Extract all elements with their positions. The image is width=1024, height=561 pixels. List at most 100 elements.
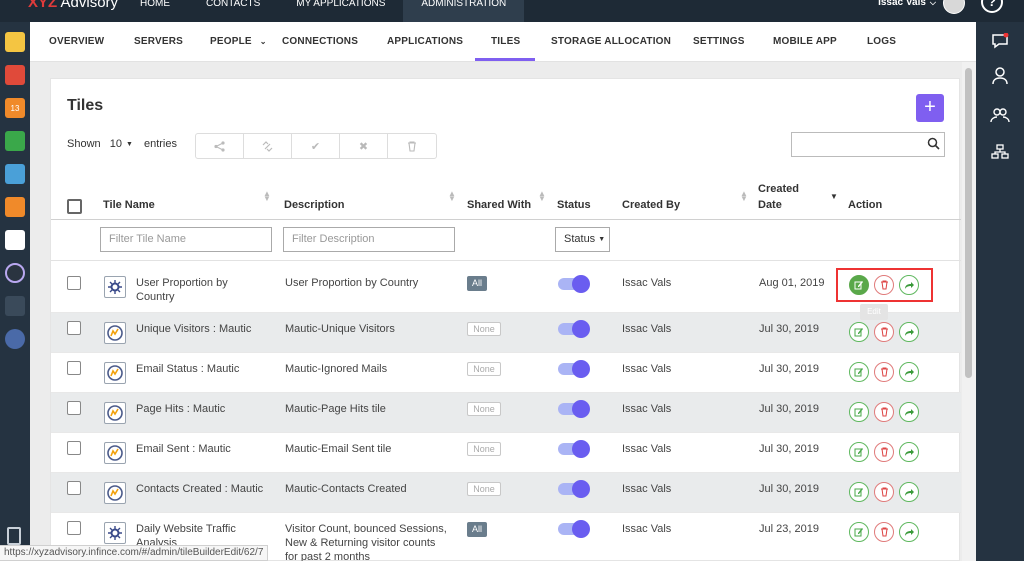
brand-logo[interactable]: XYZ Advisory (28, 0, 118, 11)
edit-icon[interactable] (849, 482, 869, 502)
people-icon[interactable] (976, 102, 1024, 128)
tile-name-line1[interactable]: User Proportion by (136, 276, 228, 290)
tile-name-line2[interactable]: Country (136, 290, 175, 304)
status-toggle[interactable] (558, 360, 590, 378)
calendar-app-icon[interactable]: 13 (5, 98, 25, 118)
col-created-date-line2[interactable]: Date (758, 199, 782, 211)
search-input[interactable] (792, 133, 922, 156)
user-menu[interactable]: Issac Vals ⌵ (878, 0, 936, 8)
col-tile-name[interactable]: Tile Name (103, 199, 155, 211)
delete-icon[interactable] (874, 322, 894, 342)
tab-overview[interactable]: OVERVIEW (49, 22, 104, 62)
filter-status-select[interactable]: Status ▼ (555, 227, 610, 252)
tab-servers[interactable]: SERVERS (134, 22, 183, 62)
check-icon[interactable]: ✔ (292, 134, 340, 158)
close-icon[interactable]: ✖ (340, 134, 388, 158)
delete-icon[interactable] (874, 482, 894, 502)
forward-icon[interactable] (899, 482, 919, 502)
forward-icon[interactable] (899, 322, 919, 342)
photos-app-icon[interactable] (5, 164, 25, 184)
top-nav-administration[interactable]: ADMINISTRATION (403, 0, 525, 22)
tab-settings[interactable]: SETTINGS (693, 22, 745, 62)
forward-icon[interactable] (899, 442, 919, 462)
mail-app-icon[interactable] (5, 65, 25, 85)
tab-connections[interactable]: CONNECTIONS (282, 22, 358, 62)
col-status[interactable]: Status (557, 199, 591, 211)
notes-app-icon[interactable] (5, 32, 25, 52)
row-checkbox[interactable] (67, 481, 81, 495)
sort-icon[interactable]: ▲ ▼ (538, 190, 546, 203)
tab-tiles[interactable]: TILES (491, 22, 520, 62)
trash-icon[interactable] (388, 134, 436, 158)
tab-logs[interactable]: LOGS (867, 22, 896, 62)
status-toggle[interactable] (558, 440, 590, 458)
top-nav-home[interactable]: HOME (122, 0, 188, 22)
help-icon[interactable]: ? (981, 0, 1003, 13)
person-icon[interactable] (976, 63, 1024, 89)
status-toggle[interactable] (558, 275, 590, 293)
mautic-app-icon[interactable] (5, 329, 25, 349)
delete-icon[interactable] (874, 362, 894, 382)
row-checkbox[interactable] (67, 361, 81, 375)
status-toggle[interactable] (558, 480, 590, 498)
sort-icon[interactable]: ▲ ▼ (740, 190, 748, 203)
tab-people[interactable]: PEOPLE ⌄ (210, 22, 267, 62)
crescent-app-icon[interactable] (5, 263, 25, 283)
scrollbar-thumb[interactable] (965, 68, 972, 378)
forward-icon[interactable] (899, 522, 919, 542)
row-checkbox[interactable] (67, 441, 81, 455)
row-checkbox[interactable] (67, 321, 81, 335)
forward-icon[interactable] (899, 402, 919, 422)
edit-icon[interactable] (849, 522, 869, 542)
tile-name[interactable]: Email Status : Mautic (136, 362, 239, 376)
org-chart-icon[interactable] (976, 139, 1024, 165)
status-toggle[interactable] (558, 400, 590, 418)
select-all-checkbox[interactable] (67, 199, 82, 214)
tile-name-line1[interactable]: Daily Website Traffic (136, 522, 236, 536)
delete-icon[interactable] (874, 402, 894, 422)
top-nav-contacts[interactable]: CONTACTS (188, 0, 278, 22)
filter-tile-name-input[interactable]: Filter Tile Name (100, 227, 272, 252)
row-checkbox[interactable] (67, 276, 81, 290)
edit-icon[interactable] (849, 442, 869, 462)
col-created-by[interactable]: Created By (622, 199, 680, 211)
delete-icon[interactable] (874, 522, 894, 542)
row-checkbox[interactable] (67, 521, 81, 535)
tile-name[interactable]: Contacts Created : Mautic (136, 482, 263, 496)
edit-icon[interactable] (849, 322, 869, 342)
tasks-app-icon[interactable] (5, 131, 25, 151)
tab-storage-allocation[interactable]: STORAGE ALLOCATION (551, 22, 671, 62)
share-icon[interactable] (196, 134, 244, 158)
tile-name[interactable]: Email Sent : Mautic (136, 442, 231, 456)
status-toggle[interactable] (558, 520, 590, 538)
sort-desc-icon[interactable]: ▼ (830, 193, 838, 201)
document-icon[interactable] (7, 527, 21, 545)
entries-select[interactable]: 10 ▼ (110, 138, 133, 150)
unlink-icon[interactable] (244, 134, 292, 158)
tab-applications[interactable]: APPLICATIONS (387, 22, 463, 62)
top-nav-my-applications[interactable]: MY APPLICATIONS (278, 0, 403, 22)
avatar[interactable] (943, 0, 965, 14)
edit-icon[interactable] (849, 362, 869, 382)
status-toggle[interactable] (558, 320, 590, 338)
edit-icon[interactable] (849, 402, 869, 422)
col-shared-with[interactable]: Shared With (467, 199, 531, 211)
row-checkbox[interactable] (67, 401, 81, 415)
sort-icon[interactable]: ▲ ▼ (263, 190, 271, 203)
search-icon[interactable] (927, 137, 940, 153)
tile-name[interactable]: Page Hits : Mautic (136, 402, 225, 416)
opencart-app-icon[interactable] (5, 230, 25, 250)
sort-icon[interactable]: ▲ ▼ (448, 190, 456, 203)
add-tile-button[interactable]: + (916, 94, 944, 122)
col-created-date-line1[interactable]: Created (758, 183, 799, 195)
chat-icon[interactable] (976, 28, 1024, 54)
entries-control: Shown 10 ▼ entries (67, 138, 177, 150)
tile-name[interactable]: Unique Visitors : Mautic (136, 322, 251, 336)
tab-mobile-app[interactable]: MOBILE APP (773, 22, 837, 62)
col-description[interactable]: Description (284, 199, 345, 211)
whiteboard-app-icon[interactable] (5, 197, 25, 217)
filter-description-input[interactable]: Filter Description (283, 227, 455, 252)
delete-icon[interactable] (874, 442, 894, 462)
connector-app-icon[interactable] (5, 296, 25, 316)
forward-icon[interactable] (899, 362, 919, 382)
